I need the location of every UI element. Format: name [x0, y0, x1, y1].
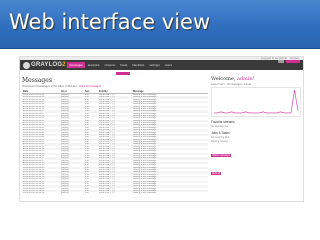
slide-title: Web interface view [9, 10, 211, 34]
logo-icon [23, 61, 30, 69]
table-body: 2012-04-26 14:43:11 graylog Info Local Use … [22, 94, 208, 195]
table-cell: Adding a test message [133, 192, 157, 195]
table-cell: graylog [61, 192, 69, 195]
streams-text: No favorites yet [211, 125, 228, 128]
nav-item-streams[interactable]: streams [102, 62, 117, 68]
check-messages-button[interactable]: Check messages [211, 154, 232, 157]
messages-title: Messages [22, 77, 52, 84]
welcome-title: Welcome, admin! [211, 76, 255, 82]
show-all-link[interactable]: show all messages [79, 85, 101, 88]
nav-item-messages[interactable]: messages [67, 62, 85, 68]
table-cell: Info [85, 192, 89, 195]
graylog-screenshot: Logged in as admin · Logout GRAYLOG2 mes… [19, 56, 304, 202]
nav-item-hosts[interactable]: hosts [118, 62, 129, 68]
jobs-title: Jobs & Tasks [211, 131, 230, 135]
nav-item-users[interactable]: users [163, 62, 174, 68]
top-nav: GRAYLOG2 messages analytics streams hosts bl… [20, 60, 303, 70]
sidebar: Welcome, admin! Last 2 hours · 36 messag… [211, 76, 301, 179]
logo: GRAYLOG2 [23, 61, 66, 69]
messages-table: Date Host Sev Facility Message 2012-04-26 14… [22, 90, 208, 195]
table-cell: Local Use 7 (7) [99, 192, 115, 195]
table-cell: 2012-04-26 14:42:50 [23, 192, 45, 195]
jobs-line-1: No recurring jobs [211, 136, 230, 139]
message-graph [211, 87, 301, 117]
logo-text: GRAYLOG2 [31, 62, 66, 68]
messages-panel: Messages Total count of messages in the … [22, 76, 208, 195]
graph-line [214, 89, 299, 114]
nav-items: messages analytics streams hosts blacklists s… [67, 62, 175, 68]
nav-item-blacklists[interactable]: blacklists [130, 62, 146, 68]
logout-button[interactable] [278, 60, 284, 63]
welcome-subtitle: Last 2 hours · 36 messages / minute [211, 83, 252, 86]
nav-item-settings[interactable]: settings [147, 62, 161, 68]
refresh-button[interactable]: Refresh [211, 172, 222, 175]
messages-subtitle: Total count of messages in the index: 2,… [22, 85, 101, 88]
nav-item-analytics[interactable]: analytics [86, 62, 102, 68]
table-row[interactable]: 2012-04-26 14:42:50 graylog Info Local Use … [22, 192, 208, 194]
graph-svg [214, 89, 299, 114]
slide-header: Web interface view [0, 0, 320, 49]
streams-title: Favorite streams [211, 120, 235, 124]
user-menu-button[interactable] [286, 60, 300, 63]
filter-badge[interactable] [116, 72, 130, 75]
